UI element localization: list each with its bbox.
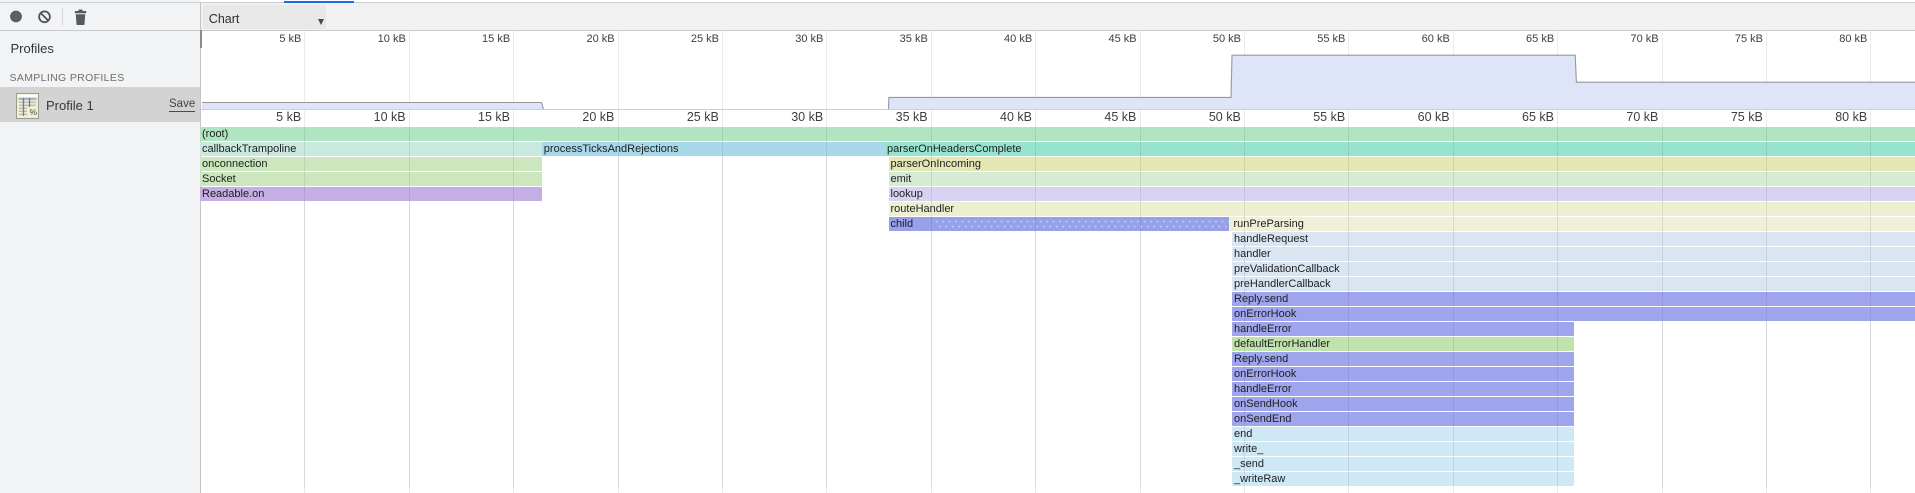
- svg-text:%: %: [30, 107, 38, 117]
